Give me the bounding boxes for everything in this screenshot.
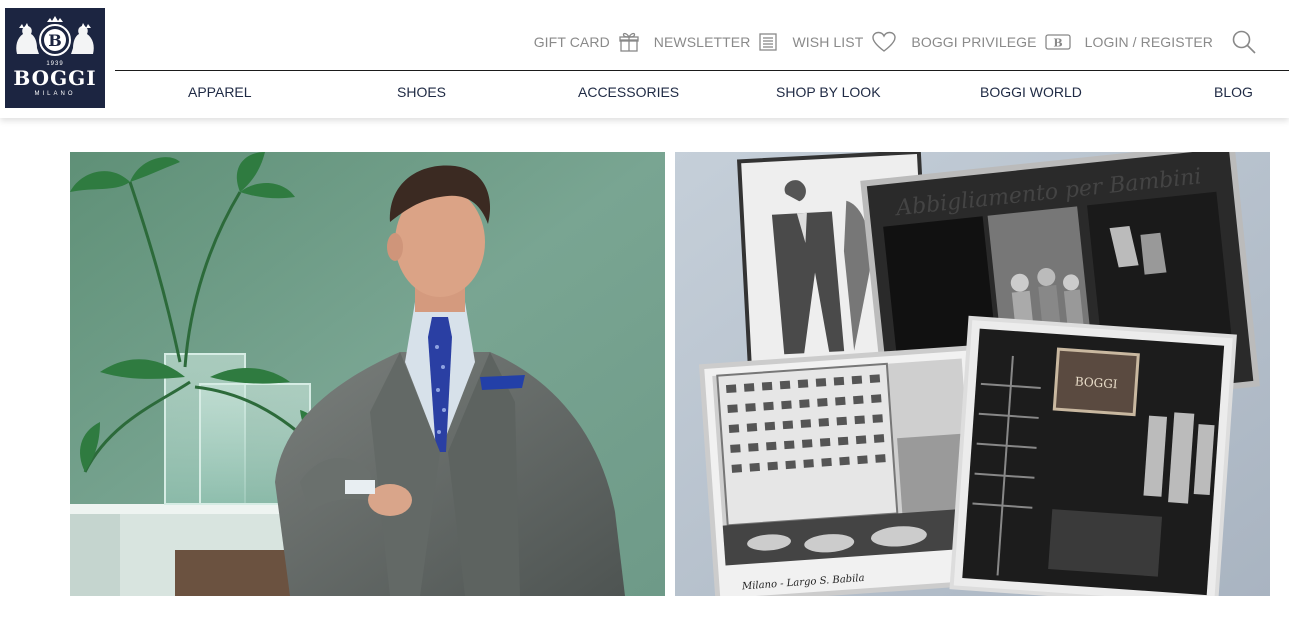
boggi-logo[interactable]: B 1939 BOGGI MILANO — [5, 8, 105, 108]
newsletter-label: NEWSLETTER — [653, 34, 751, 50]
hero-image-suit[interactable] — [70, 152, 665, 596]
gift-icon — [618, 31, 640, 53]
nav-item-boggi-world[interactable]: BOGGI WORLD — [980, 84, 1082, 100]
vintage-boggi-store-photos: Abbigliamento per Bambini Milano - Largo… — [675, 152, 1270, 596]
main-nav: APPAREL SHOES ACCESSORIES SHOP BY LOOK B… — [115, 84, 1289, 104]
heart-icon — [871, 31, 897, 53]
gift-card-link[interactable]: GIFT CARD — [534, 31, 640, 53]
search-button[interactable] — [1231, 29, 1257, 55]
utility-bar: GIFT CARD NEWSLETTER WISH LIST BOGGI PRI… — [520, 28, 1257, 56]
hero-image-heritage[interactable]: Abbigliamento per Bambini Milano - Largo… — [675, 152, 1270, 596]
nav-item-shop-by-look[interactable]: SHOP BY LOOK — [776, 84, 881, 100]
header-divider — [115, 70, 1289, 71]
boggi-privilege-link[interactable]: BOGGI PRIVILEGE B — [911, 34, 1071, 50]
newsletter-icon — [758, 32, 778, 52]
logo-city: MILANO — [34, 91, 76, 97]
wish-list-link[interactable]: WISH LIST — [792, 31, 897, 53]
privilege-card-icon: B — [1044, 34, 1071, 50]
logo-brand: BOGGI — [13, 66, 97, 90]
privilege-card-icon-text: B — [1053, 37, 1062, 50]
search-icon — [1231, 29, 1257, 55]
logo-monogram: B — [48, 31, 62, 50]
lion-crest-icon: B — [16, 16, 94, 56]
boggi-privilege-label: BOGGI PRIVILEGE — [911, 34, 1037, 50]
login-register-link[interactable]: LOGIN / REGISTER — [1085, 34, 1213, 50]
store-sign-text: BOGGI — [1074, 374, 1118, 391]
man-in-grey-suit-photo — [70, 152, 665, 596]
gift-card-label: GIFT CARD — [533, 34, 610, 50]
nav-item-accessories[interactable]: ACCESSORIES — [578, 84, 679, 100]
login-register-label: LOGIN / REGISTER — [1084, 34, 1213, 50]
site-header: B 1939 BOGGI MILANO GIFT CARD NEWSLETTER — [0, 0, 1289, 118]
nav-item-apparel[interactable]: APPAREL — [188, 84, 252, 100]
nav-item-blog[interactable]: BLOG — [1214, 84, 1253, 100]
wish-list-label: WISH LIST — [792, 34, 864, 50]
newsletter-link[interactable]: NEWSLETTER — [654, 32, 779, 52]
nav-item-shoes[interactable]: SHOES — [397, 84, 446, 100]
